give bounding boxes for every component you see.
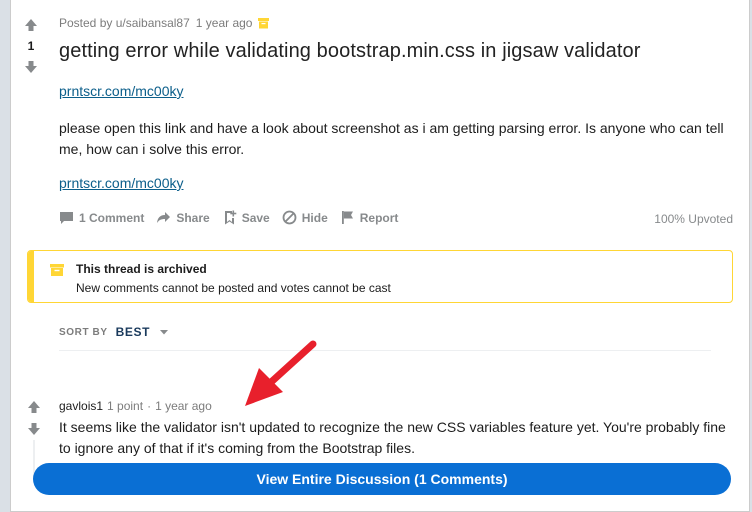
comment-age[interactable]: 1 year ago bbox=[155, 399, 212, 413]
report-label: Report bbox=[359, 210, 399, 225]
divider bbox=[59, 350, 711, 351]
post-title[interactable]: getting error while validating bootstrap… bbox=[59, 40, 641, 63]
sort-control[interactable]: SORT BY BEST bbox=[59, 325, 170, 339]
report-button[interactable]: Report bbox=[340, 210, 399, 225]
post-meta: Posted by u/saibansal87 1 year ago bbox=[59, 16, 270, 30]
post-card: 1 Posted by u/saibansal87 1 year ago get… bbox=[10, 0, 750, 512]
comment-points: 1 point bbox=[107, 399, 144, 413]
archived-text: New comments cannot be posted and votes … bbox=[76, 281, 391, 295]
post-link[interactable]: prntscr.com/mc00ky bbox=[59, 83, 183, 99]
post-actions: 1 Comment Share Save Hide Report bbox=[59, 210, 398, 225]
comment-meta: gavlois1 1 point · 1 year ago bbox=[59, 399, 212, 413]
share-button[interactable]: Share bbox=[156, 210, 210, 225]
archive-icon bbox=[50, 264, 64, 276]
sort-value[interactable]: BEST bbox=[116, 325, 150, 339]
chevron-down-icon[interactable] bbox=[158, 326, 170, 338]
archive-icon bbox=[258, 17, 270, 28]
hide-icon bbox=[282, 210, 297, 225]
annotation-arrow-icon bbox=[245, 340, 317, 406]
archived-accent-bar bbox=[28, 251, 34, 302]
meta-separator: · bbox=[147, 399, 152, 413]
comment-downvote-icon[interactable] bbox=[27, 422, 41, 436]
comment-body: It seems like the validator isn't update… bbox=[59, 419, 726, 456]
post-age[interactable]: 1 year ago bbox=[196, 16, 253, 30]
archived-heading: This thread is archived bbox=[76, 262, 207, 276]
vote-count: 1 bbox=[27, 39, 35, 53]
downvote-icon[interactable] bbox=[24, 60, 38, 74]
post-body: please open this link and have a look ab… bbox=[59, 120, 724, 157]
comment-icon bbox=[60, 212, 73, 224]
comment-author[interactable]: gavlois1 bbox=[59, 399, 103, 413]
archived-notice: This thread is archived New comments can… bbox=[27, 250, 733, 303]
posted-by[interactable]: Posted by u/saibansal87 bbox=[59, 16, 190, 30]
save-button[interactable]: Save bbox=[222, 210, 270, 225]
comments-label: 1 Comment bbox=[79, 210, 145, 225]
share-icon bbox=[157, 212, 171, 223]
flag-icon bbox=[341, 211, 353, 224]
sort-label: SORT BY bbox=[59, 326, 108, 338]
share-label: Share bbox=[176, 210, 210, 225]
save-icon bbox=[224, 210, 237, 225]
comments-button[interactable]: 1 Comment bbox=[59, 210, 144, 225]
save-label: Save bbox=[241, 210, 270, 225]
comment-upvote-icon[interactable] bbox=[27, 400, 41, 414]
post-link-2[interactable]: prntscr.com/mc00ky bbox=[59, 175, 183, 191]
hide-button[interactable]: Hide bbox=[282, 210, 328, 225]
upvote-ratio: 100% Upvoted bbox=[654, 212, 733, 226]
upvote-icon[interactable] bbox=[24, 18, 38, 32]
hide-label: Hide bbox=[301, 210, 328, 225]
view-entire-discussion-button[interactable]: View Entire Discussion (1 Comments) bbox=[33, 463, 731, 495]
